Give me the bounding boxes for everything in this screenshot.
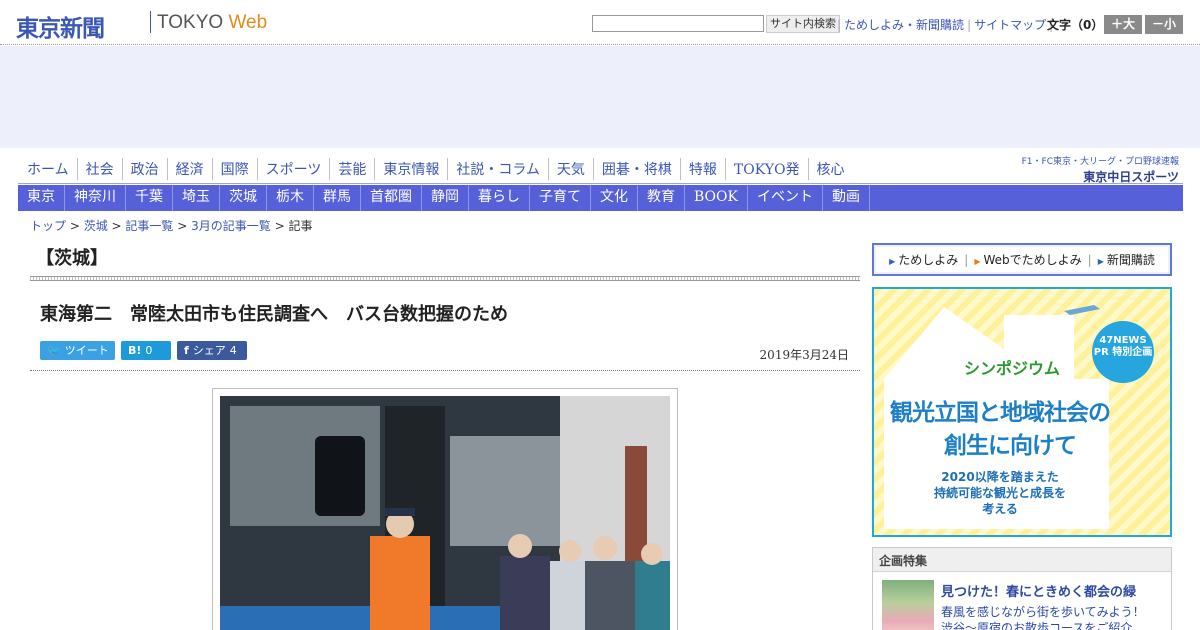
article-photo-frame [212,388,678,630]
main-nav-item[interactable]: 特報 [679,158,725,180]
main-nav-item[interactable]: 経済 [166,158,212,180]
region-nav-item[interactable]: 文化 [591,185,638,211]
region-nav-item[interactable]: 教育 [638,185,685,211]
region-nav-item[interactable]: 動画 [823,185,870,211]
breadcrumb-month-list[interactable]: 3月の記事一覧 [191,219,271,233]
feature-title-link[interactable]: 見つけた！春にときめく都会の緑 [941,581,1136,600]
hatena-count: 0 [145,344,153,357]
header-link-subscribe[interactable]: ためしよみ・新聞購読 [844,18,964,32]
main-nav-item[interactable]: 囲碁・将棋 [592,158,680,180]
main-nav-item[interactable]: 国際 [211,158,257,180]
region-nav-item[interactable]: 茨城 [220,185,267,211]
logo-web-text: Web [228,12,268,33]
banner-subtitle: 2020以降を踏まえた 持続可能な観光と成長を 考える [934,470,1067,516]
main-nav-item[interactable]: 東京情報 [374,158,447,180]
chunichi-tagline: F1・FC東京・大リーグ・プロ野球速報 [1021,157,1179,167]
banner-title-line1: 観光立国と地域社会の [890,400,1111,426]
chunichi-sports-link[interactable]: F1・FC東京・大リーグ・プロ野球速報 東京中日スポーツ [1022,154,1179,185]
main-nav: ホーム 社会 政治 経済 国際 スポーツ 芸能 東京情報 社説・コラム 天気 囲碁・将棋 特報 TOKY… [18,157,1183,184]
web-trial-read-link[interactable]: ▶ Webでためしよみ [974,251,1081,268]
banner-title-line2: 創生に向けて [944,433,1077,459]
region-nav-item[interactable]: 暮らし [469,185,530,211]
main-nav-item[interactable]: 社説・コラム [447,158,548,180]
banner-symposium: シンポジウム [964,359,1061,378]
main-nav-item[interactable]: 芸能 [329,158,374,180]
site-header: 東京新聞 TOKYO Web サイト内検索 | ためしよみ・新聞購読 | サイトマップ… [0,0,1200,45]
chunichi-logo: 東京中日スポーツ [1083,170,1179,184]
logo-divider [150,11,151,33]
breadcrumb: トップ > 茨城 > 記事一覧 > 3月の記事一覧 > 記事 [30,219,313,233]
region-nav-item[interactable]: 静岡 [422,185,469,211]
region-nav-item[interactable]: 千葉 [126,185,173,211]
breadcrumb-current: 記事 [288,219,313,233]
main-nav-item[interactable]: ホーム [18,158,77,180]
facebook-share-count: 4 [229,344,237,357]
section-title: 【茨城】 [36,248,108,269]
newspaper-subscribe-link[interactable]: ▶ 新聞購読 [1098,251,1155,268]
subscribe-box: ▶ ためしよみ | ▶ Webでためしよみ | ▶ 新聞購読 [872,243,1172,276]
arrow-icon: ▶ [974,257,981,266]
region-nav-item[interactable]: 首都圏 [361,185,422,211]
site-logo[interactable]: 東京新聞 [16,9,105,43]
tweet-button[interactable]: 🐦 ツイート [40,341,115,360]
feature-thumbnail[interactable] [882,580,934,630]
arrow-icon: ▶ [889,257,896,266]
site-search-button[interactable]: サイト内検索 [766,15,840,33]
hatena-icon: B! [128,344,142,357]
bus-scene-illustration [220,396,670,630]
main-nav-item[interactable]: TOKYO発 [724,158,808,180]
main-nav-item[interactable]: 核心 [807,158,853,180]
site-search-input[interactable] [592,15,764,32]
tweet-label: ツイート [64,344,109,357]
header-links: | ためしよみ・新聞購読 | サイトマップ | [837,18,1054,32]
banner-badge: 47NEWS PR 特別企画 [1092,321,1154,383]
region-nav-item[interactable]: 栃木 [267,185,314,211]
breadcrumb-ibaraki[interactable]: 茨城 [84,219,108,233]
region-nav-item[interactable]: イベント [748,185,823,211]
main-nav-item[interactable]: 社会 [76,158,122,180]
article-divider [30,370,860,371]
header-link-sitemap[interactable]: サイトマップ [974,18,1046,32]
region-nav-item[interactable]: 東京 [18,185,65,211]
font-size-decrease-button[interactable]: －小 [1145,15,1183,34]
breadcrumb-article-list[interactable]: 記事一覧 [125,219,173,233]
article-headline: 東海第二 常陸太田市も住民調査へ バス台数把握のため [40,304,508,325]
region-nav-item[interactable]: 群馬 [314,185,361,211]
facebook-share-label: シェア [192,344,226,357]
symposium-ad-banner[interactable]: シンポジウム 47NEWS PR 特別企画 観光立国と地域社会の 創生に向けて … [872,287,1172,537]
tokyo-web-logo[interactable]: TOKYO Web [157,12,267,34]
hatena-bookmark-button[interactable]: B! 0 [121,341,171,360]
region-nav-item[interactable]: 子育て [530,185,591,211]
facebook-icon: f [184,344,189,357]
main-nav-item[interactable]: 天気 [547,158,593,180]
ad-banner-area [0,46,1200,148]
twitter-icon: 🐦 [47,344,61,357]
facebook-share-button[interactable]: f シェア 4 [177,341,247,360]
font-size-label: 文字（0） [1047,18,1104,32]
main-nav-item[interactable]: 政治 [121,158,167,180]
main-nav-item[interactable]: スポーツ [256,158,330,180]
region-nav-item[interactable]: 神奈川 [65,185,126,211]
feature-box-header: 企画特集 [873,548,1171,572]
arrow-icon: ▶ [1097,257,1104,266]
feature-description[interactable]: 春風を感じながら街を歩いてみよう！ 渋谷～原宿のお散歩コースをご紹介 [941,604,1145,630]
feature-box: 企画特集 見つけた！春にときめく都会の緑 春風を感じながら街を歩いてみよう！ 渋… [872,547,1172,630]
region-nav-item[interactable]: BOOK [685,185,748,211]
section-divider [30,276,860,281]
trial-read-link[interactable]: ▶ ためしよみ [889,251,958,268]
logo-tokyo-text: TOKYO [157,12,224,33]
article-date: 2019年3月24日 [759,348,849,362]
article-photo[interactable] [220,396,670,630]
region-nav-item[interactable]: 埼玉 [173,185,220,211]
font-size-increase-button[interactable]: ＋大 [1104,15,1142,34]
region-nav: 東京 神奈川 千葉 埼玉 茨城 栃木 群馬 首都圏 静岡 暮らし 子育て 文化 教育 BOOK イベント 動画 [18,185,1183,211]
breadcrumb-top[interactable]: トップ [30,219,66,233]
